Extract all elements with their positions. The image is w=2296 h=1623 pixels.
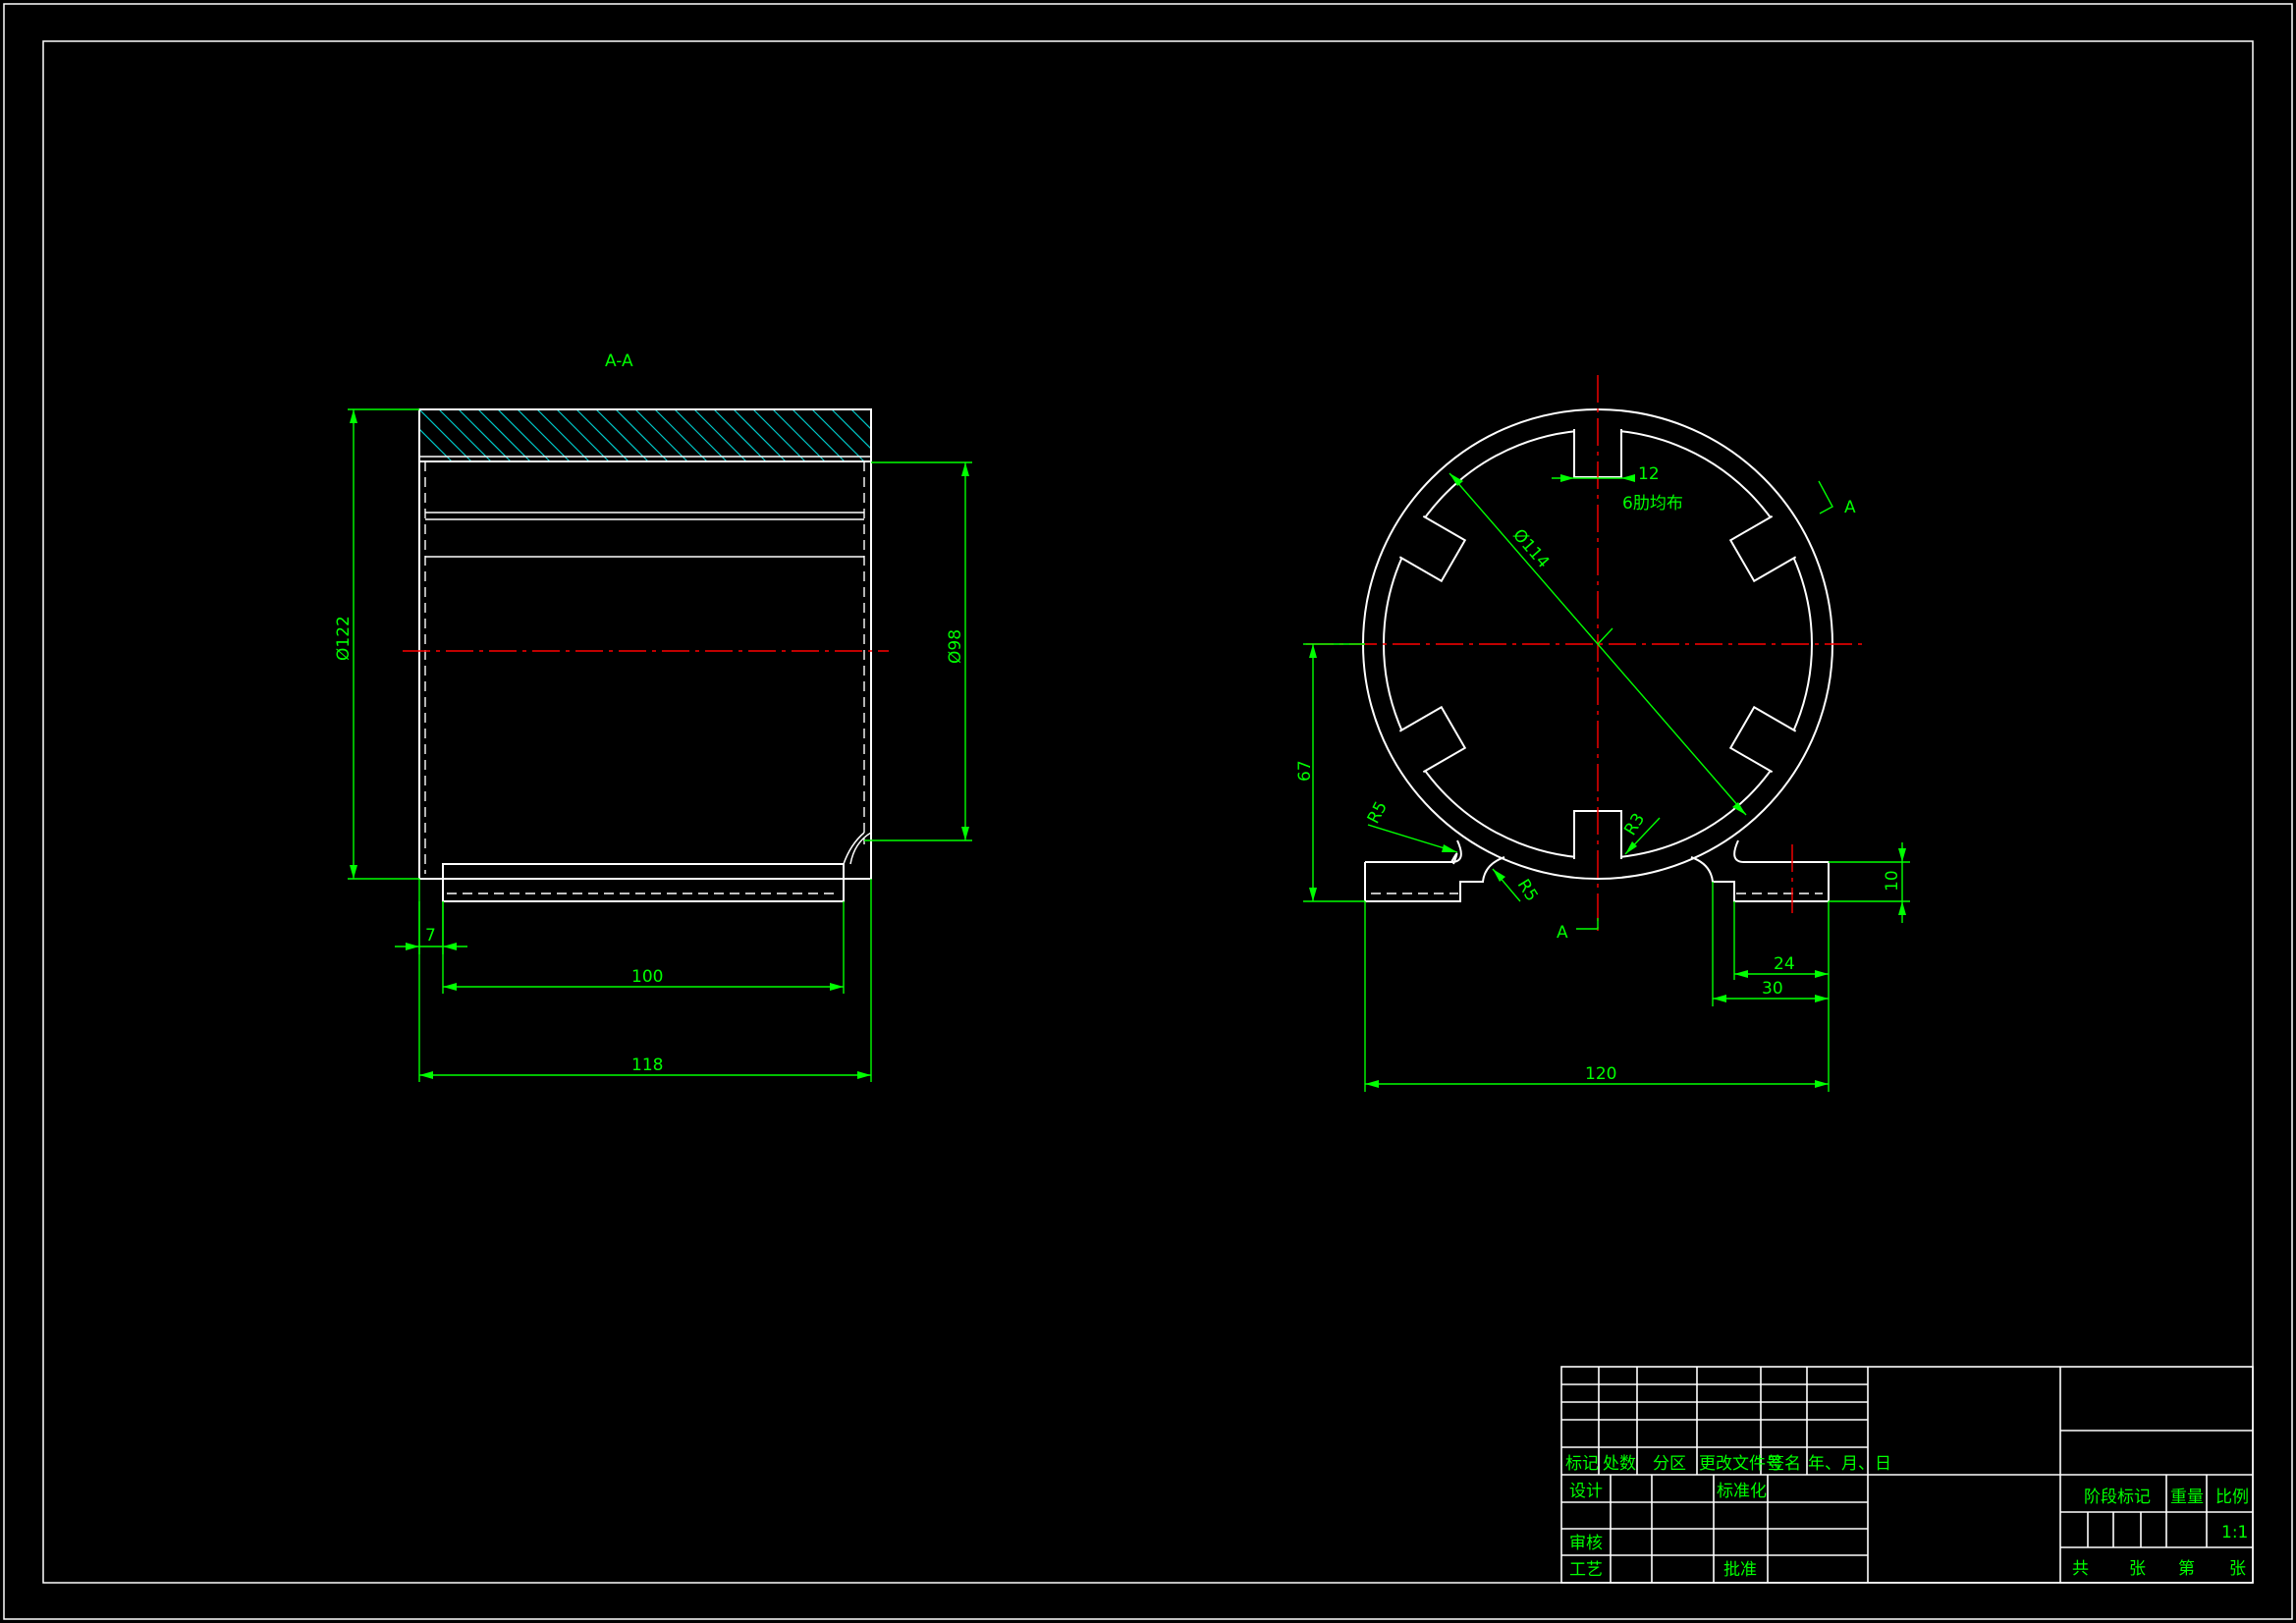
section-hatch <box>419 409 871 461</box>
svg-text:R5: R5 <box>1513 876 1542 905</box>
dim-foot-10: 10 <box>1829 842 1910 923</box>
svg-text:R3: R3 <box>1620 810 1649 839</box>
dim-wall: 7 <box>395 879 467 954</box>
svg-text:6肋均布: 6肋均布 <box>1622 494 1683 514</box>
tb-standardize: 标准化 <box>1717 1482 1767 1501</box>
tb-sheets: 张 <box>2129 1559 2146 1579</box>
title-block: 标记 处数 分区 更改文件号 签名 年、月、日 设计 标准化 审核 工艺 批准 … <box>1560 1366 2254 1584</box>
dim-r5-a: R5 <box>1364 798 1458 853</box>
tb-scale-label: 比例 <box>2215 1488 2249 1507</box>
svg-text:A: A <box>1844 498 1856 517</box>
svg-text:67: 67 <box>1295 760 1315 782</box>
cad-drawing: A-A Ø122 Ø98 7 100 118 Ø114 12 6肋均布 A A … <box>3 3 2293 1620</box>
svg-text:7: 7 <box>425 926 436 946</box>
tb-review: 审核 <box>1569 1534 1603 1553</box>
tb-number: 第 <box>2178 1559 2195 1579</box>
svg-text:100: 100 <box>631 967 663 987</box>
section-view: A-A Ø122 Ø98 7 100 118 <box>334 352 972 1082</box>
front-view: Ø114 12 6肋均布 A A 67 R5 R5 R3 10 24 30 12… <box>1295 375 1910 1092</box>
tb-count: 处数 <box>1603 1454 1636 1474</box>
svg-text:24: 24 <box>1774 954 1795 974</box>
svg-text:Ø122: Ø122 <box>334 616 354 661</box>
svg-text:R5: R5 <box>1364 798 1392 827</box>
dim-height-67: 67 <box>1295 643 1365 902</box>
svg-text:118: 118 <box>631 1055 663 1075</box>
tb-sign: 签名 <box>1768 1454 1801 1474</box>
svg-text:12: 12 <box>1638 464 1660 484</box>
section-mark-bottom: A <box>1557 918 1599 943</box>
tb-zone: 分区 <box>1653 1454 1686 1474</box>
dim-width-120: 120 <box>1364 901 1830 1092</box>
section-body-outline <box>418 408 872 880</box>
dim-r3: R3 <box>1620 810 1661 855</box>
dim-inner-len: 100 <box>442 901 845 994</box>
tb-scale-value: 1:1 <box>2221 1523 2248 1542</box>
tb-date: 年、月、日 <box>1808 1454 1891 1474</box>
section-title: A-A <box>605 352 633 371</box>
svg-text:10: 10 <box>1883 870 1902 892</box>
svg-text:30: 30 <box>1762 979 1783 999</box>
tb-design: 设计 <box>1569 1482 1603 1501</box>
tb-total: 共 <box>2072 1559 2089 1579</box>
inner-border <box>42 40 2254 1584</box>
outer-border <box>3 3 2293 1620</box>
svg-text:120: 120 <box>1585 1064 1616 1084</box>
tb-weight: 重量 <box>2170 1488 2204 1507</box>
tb-approve: 批准 <box>1723 1560 1757 1580</box>
tb-process: 工艺 <box>1569 1560 1603 1580</box>
dim-outer-dia: Ø122 <box>334 408 419 880</box>
tb-mark: 标记 <box>1565 1454 1599 1474</box>
svg-text:Ø98: Ø98 <box>946 629 965 664</box>
section-foot <box>442 863 845 902</box>
dim-r5-b: R5 <box>1492 868 1542 905</box>
svg-text:A: A <box>1557 923 1568 943</box>
tb-stage-mark: 阶段标记 <box>2084 1488 2151 1507</box>
section-mark-top: A <box>1818 480 1856 517</box>
tb-sheet: 张 <box>2229 1559 2246 1579</box>
